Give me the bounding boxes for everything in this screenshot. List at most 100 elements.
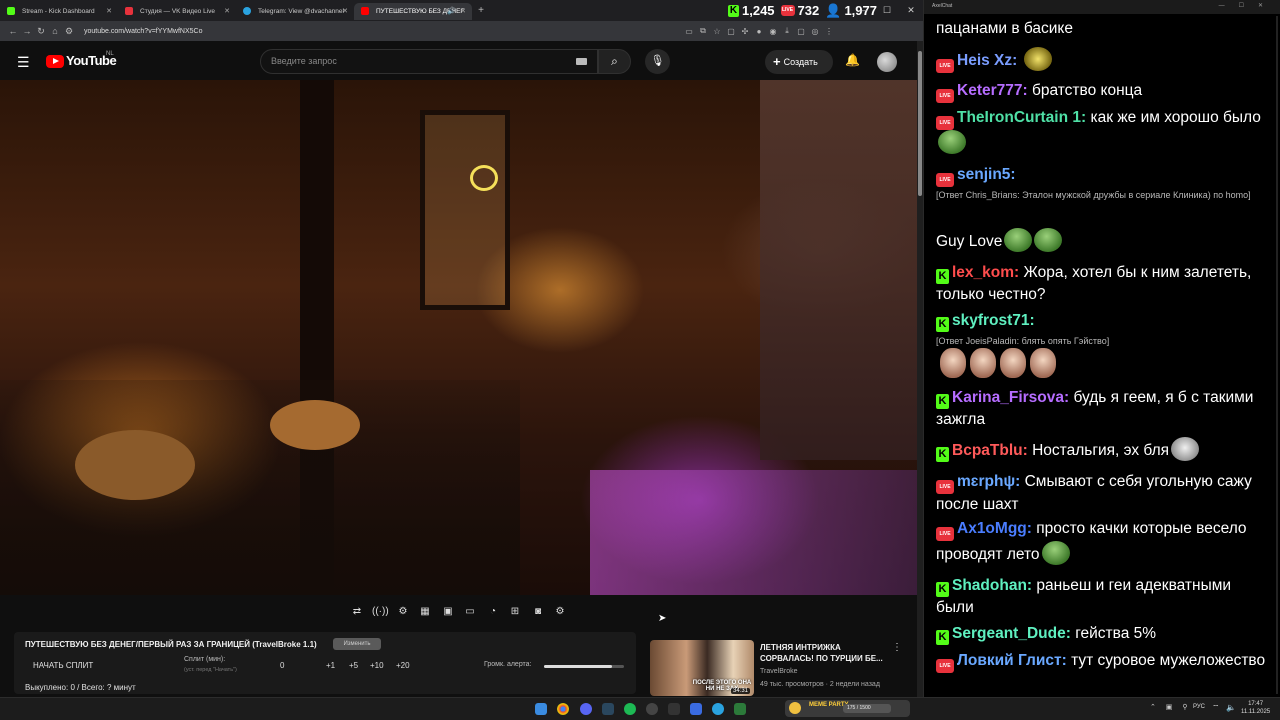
reload-icon[interactable]: ↻ [34, 26, 48, 37]
recommended-title[interactable]: ЛЕТНЯЯ ИНТРИЖКА СОРВАЛАСЬ! ПО ТУРЦИИ БЕ.… [760, 642, 892, 664]
clock[interactable]: 17:47 11.11.2025 [1241, 700, 1270, 716]
adblock-icon[interactable]: ◉ [766, 27, 780, 36]
split-increment-button[interactable]: +1 [326, 661, 335, 670]
recommended-thumbnail[interactable]: ПОСЛЕ ЭТОГО ОНА НИ НЕ ЗАХ 34:31 [650, 640, 754, 696]
split-increment-button[interactable]: +5 [349, 661, 358, 670]
hamburger-menu-icon[interactable]: ☰ [17, 54, 30, 71]
meme-party-widget[interactable]: MEME PARTY 175 / 1500 [785, 700, 910, 717]
back-icon[interactable]: ← [6, 26, 20, 36]
account-icon[interactable]: ◎ [808, 27, 822, 36]
app-icon[interactable] [734, 703, 746, 715]
minimize-icon[interactable]: — [851, 0, 875, 21]
extensions-puzzle-icon[interactable]: ✣ [738, 27, 752, 36]
theater-mode-icon[interactable]: ▭ [462, 605, 478, 619]
tab-kick-dashboard[interactable]: Stream - Kick Dashboard ✕ [0, 3, 118, 20]
youtube-logo-icon[interactable] [46, 55, 64, 68]
chat-titlebar: AxelChat —☐✕ [924, 0, 1280, 14]
chat-nickname[interactable]: TheIronCurtain 1: [957, 109, 1086, 126]
notifications-bell-icon[interactable]: 🔔 [845, 53, 860, 67]
scrollbar-thumb[interactable] [918, 51, 922, 196]
forward-icon[interactable]: → [20, 26, 34, 36]
translate-icon[interactable]: ⧉ [696, 26, 710, 36]
home-icon[interactable]: ⌂ [48, 26, 62, 36]
split-minutes-value[interactable]: 0 [280, 661, 284, 670]
kick-logo-icon: K [728, 4, 739, 17]
profile-dot-icon[interactable]: ● [752, 27, 766, 36]
maximize-icon[interactable]: ☐ [875, 0, 899, 21]
close-icon[interactable]: ✕ [342, 3, 348, 20]
chat-nickname[interactable]: Heis Xz: [957, 52, 1017, 69]
tab-telegram[interactable]: Telegram: View @dvachannel ✕ [236, 3, 354, 20]
chat-nickname[interactable]: Shadohan: [952, 577, 1032, 594]
create-button[interactable]: + Создать [765, 50, 833, 74]
chat-window-controls[interactable]: —☐✕ [1219, 2, 1277, 9]
discord-icon[interactable] [580, 703, 592, 715]
url-field[interactable]: youtube.com/watch?v=fYYMwfNX5Co [84, 28, 682, 35]
video-player[interactable] [0, 80, 917, 595]
settings-gear-box-icon[interactable]: ⚙ [395, 605, 411, 619]
voice-search-button[interactable]: 🎙 [645, 49, 670, 74]
chat-nickname[interactable]: lex_kom: [952, 264, 1019, 281]
input-language[interactable]: РУС [1193, 704, 1205, 710]
split-increment-button[interactable]: +20 [396, 661, 410, 670]
tab-vk-studio[interactable]: Студия — VK Видео Live ✕ [118, 3, 236, 20]
search-input[interactable]: Введите запрос [260, 49, 598, 74]
split-increment-button[interactable]: +10 [370, 661, 384, 670]
app-icon[interactable] [668, 703, 680, 715]
download-icon[interactable]: ⤓ [780, 26, 794, 36]
audio-icon[interactable]: 🔊 [447, 3, 456, 20]
steam-icon[interactable] [602, 703, 614, 715]
bookmark-star-icon[interactable]: ☆ [710, 27, 724, 36]
keyboard-icon[interactable] [576, 58, 587, 65]
alert-volume-slider[interactable] [544, 665, 624, 668]
clapperboard-icon[interactable]: ▦ [417, 605, 433, 619]
chat-nickname[interactable]: mɛrphψ: [957, 473, 1020, 490]
chat-nickname[interactable]: Karina_Firsova: [952, 389, 1069, 406]
chat-nickname[interactable]: BcpaTblu: [952, 442, 1028, 459]
telegram-icon[interactable] [712, 703, 724, 715]
spotify-icon[interactable] [624, 703, 636, 715]
cast-icon[interactable]: ▭ [682, 27, 696, 36]
search-button[interactable]: ⌕ [598, 49, 631, 74]
miniplayer-icon[interactable]: ▣ [440, 605, 456, 619]
tab-search-icon[interactable]: ▢ [794, 27, 808, 36]
volume-icon[interactable]: 🔈 [1226, 703, 1236, 712]
recommended-channel[interactable]: TravelBroke [760, 668, 797, 675]
close-window-icon[interactable]: ✕ [899, 0, 923, 21]
speed-icon[interactable]: ◔ [485, 605, 501, 619]
menu-dots-icon[interactable]: ⋮ [822, 27, 836, 36]
add-box-icon[interactable]: ⊞ [507, 605, 523, 619]
loop-icon[interactable]: ⇄ [349, 605, 365, 619]
system-tray-icons[interactable]: ⌃ ▣ ⚲ [1150, 703, 1192, 711]
wifi-icon[interactable]: ⌔ [1212, 703, 1220, 713]
chat-nickname[interactable]: senjin5: [957, 166, 1016, 183]
broadcast-icon[interactable]: ((·)) [372, 605, 389, 619]
close-icon[interactable]: ✕ [106, 3, 112, 20]
site-info-icon[interactable]: ⚙ [62, 26, 76, 37]
screenshot-camera-icon[interactable]: ◙ [530, 605, 546, 619]
media-player-icon[interactable] [690, 703, 702, 715]
more-options-icon[interactable]: ⋮ [892, 642, 902, 653]
close-icon[interactable]: ✕ [224, 3, 230, 20]
settings-icon[interactable]: ⚙ [552, 605, 568, 619]
create-label: Создать [783, 57, 818, 67]
windows-start-icon[interactable] [535, 703, 547, 715]
extension-icon[interactable]: ▢ [724, 27, 738, 36]
chat-nickname[interactable]: Sergeant_Dude: [952, 625, 1071, 642]
avatar[interactable] [877, 52, 897, 72]
cat-emote-icon [1171, 437, 1200, 461]
tab-youtube-video[interactable]: ПУТЕШЕСТВУЮ БЕЗ ДЕНЕГ 🔊 ✕ [354, 3, 472, 20]
start-split-button[interactable]: НАЧАТЬ СПЛИТ [33, 661, 93, 670]
chat-nickname[interactable]: skyfrost71: [952, 312, 1035, 329]
chat-nickname[interactable]: Ax1oMgg: [957, 520, 1032, 537]
chat-scrollbar[interactable] [1276, 16, 1278, 694]
split-edit-badge[interactable]: Изменить [333, 638, 381, 650]
vk-live-icon: LIVE [936, 89, 954, 103]
new-tab-button[interactable]: + [474, 2, 488, 19]
chrome-icon[interactable] [557, 703, 569, 715]
chat-nickname[interactable]: Keter777: [957, 82, 1028, 99]
close-icon[interactable]: ✕ [460, 3, 466, 20]
chat-nickname[interactable]: Ловкий Глист: [957, 652, 1067, 669]
obs-icon[interactable] [646, 703, 658, 715]
recommended-video[interactable]: ПОСЛЕ ЭТОГО ОНА НИ НЕ ЗАХ 34:31 ЛЕТНЯЯ И… [650, 640, 910, 696]
